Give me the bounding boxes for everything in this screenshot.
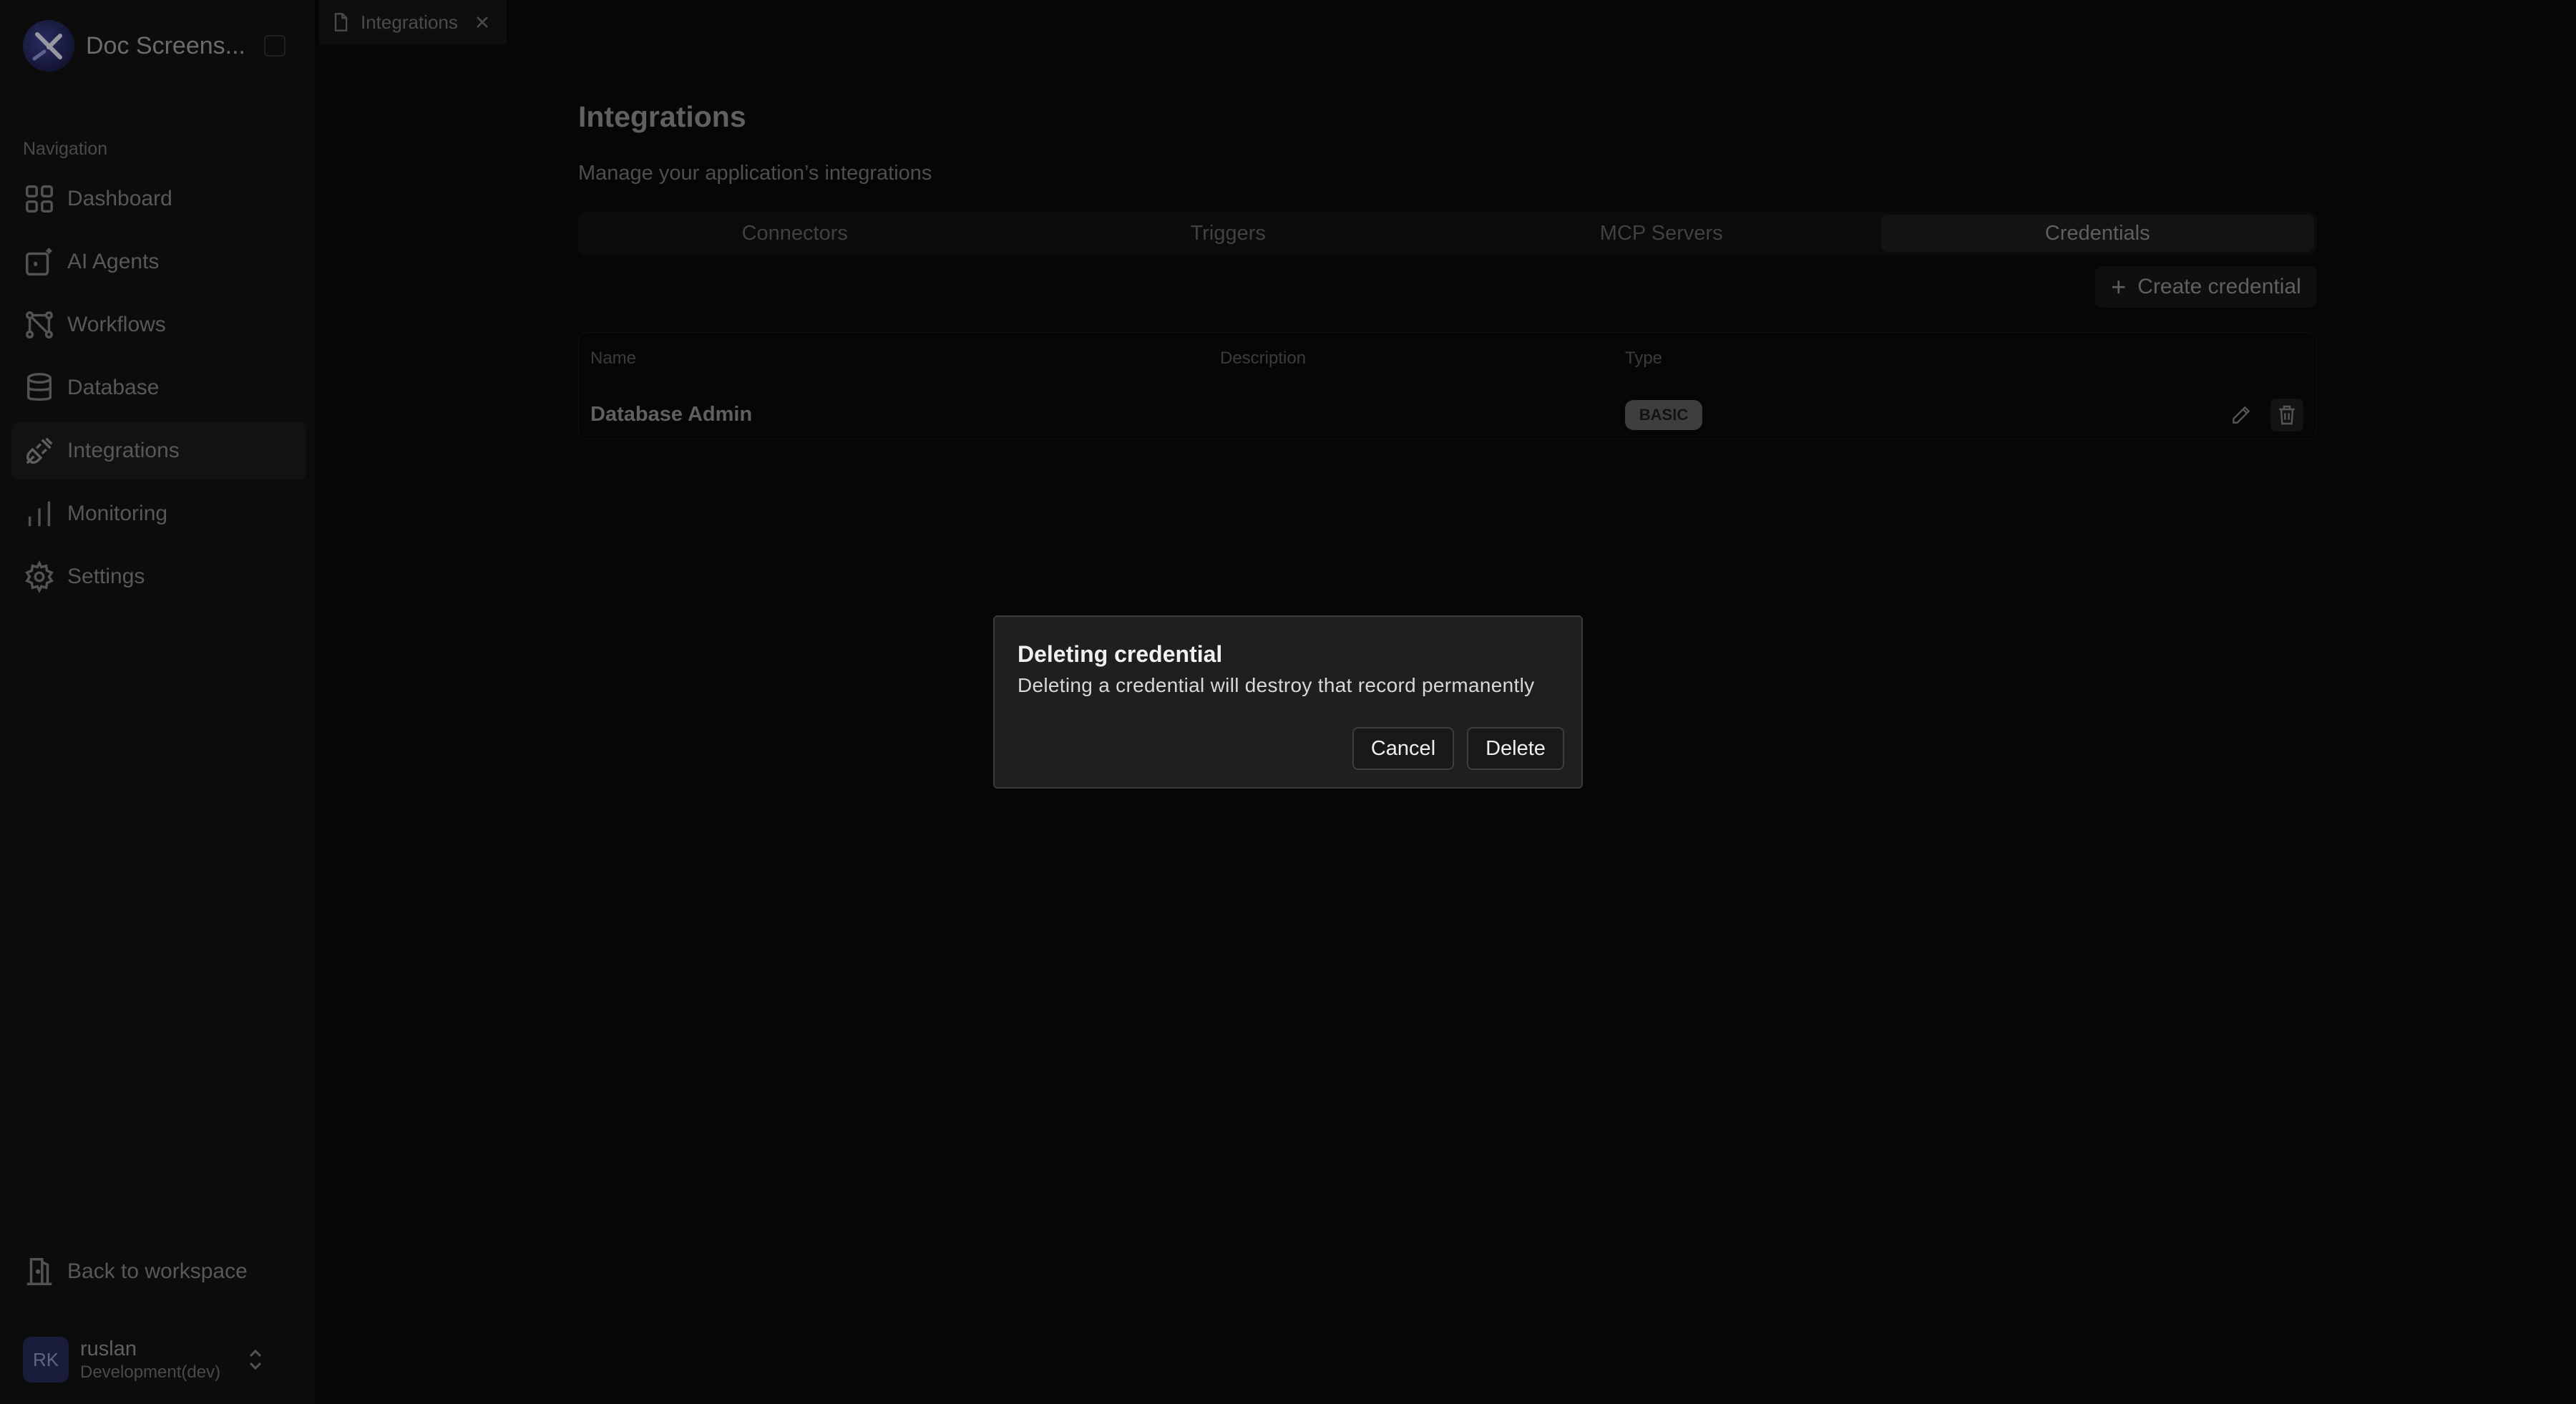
cancel-button[interactable]: Cancel (1352, 727, 1454, 770)
dialog-title: Deleting credential (1018, 641, 1223, 667)
delete-credential-dialog: Deleting credential Deleting a credentia… (993, 615, 1583, 789)
app-root: Doc Screens... Navigation Dashboard AI A… (0, 0, 2576, 1404)
dialog-description: Deleting a credential will destroy that … (1018, 674, 1535, 696)
delete-button[interactable]: Delete (1467, 727, 1564, 770)
